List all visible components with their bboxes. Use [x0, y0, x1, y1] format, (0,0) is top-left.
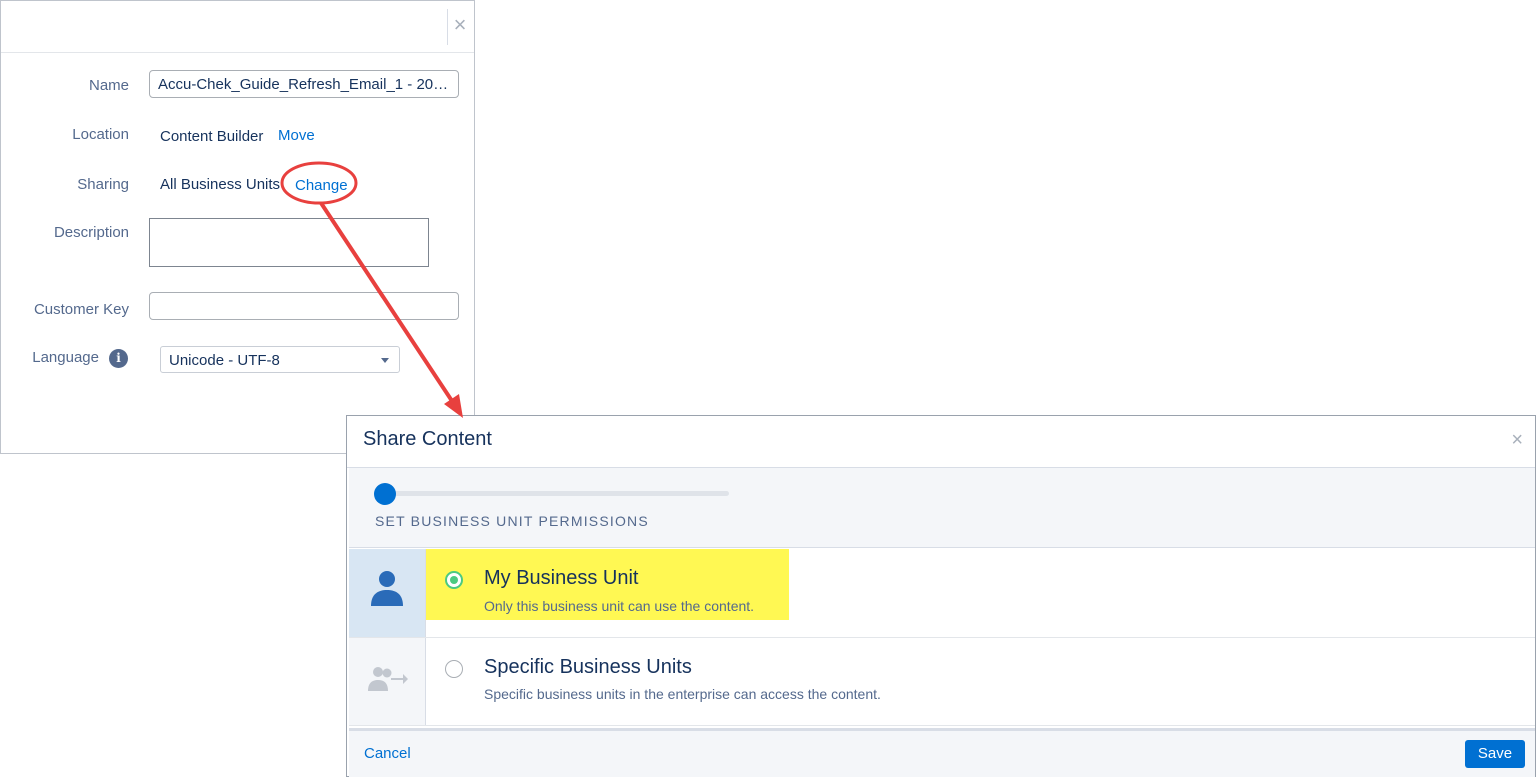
move-link[interactable]: Move [278, 127, 315, 144]
language-select[interactable]: Unicode - UTF-8 [160, 346, 400, 373]
language-select-value: Unicode - UTF-8 [169, 352, 280, 369]
description-textarea[interactable] [149, 218, 429, 267]
option-description: Specific business units in the enterpris… [484, 686, 881, 702]
user-icon [371, 571, 403, 606]
dialog-header: Share Content × [347, 416, 1535, 468]
option-title: Specific Business Units [484, 656, 692, 678]
info-icon[interactable]: i [109, 349, 128, 368]
sharing-value: All Business Units [160, 176, 281, 193]
option-title: My Business Unit [484, 567, 639, 589]
customer-key-input[interactable] [149, 292, 459, 320]
option-my-business-unit[interactable]: My Business Unit Only this business unit… [349, 549, 1535, 638]
share-content-dialog: Share Content × SET BUSINESS UNIT PERMIS… [346, 415, 1536, 777]
progress-step-indicator [374, 483, 396, 505]
option-description: Only this business unit can use the cont… [484, 598, 755, 614]
properties-header: × [1, 1, 474, 53]
change-sharing-link[interactable]: Change [295, 177, 348, 194]
chevron-down-icon [381, 358, 389, 363]
close-icon[interactable]: × [451, 13, 469, 37]
progress-track [377, 491, 729, 496]
dialog-title: Share Content [363, 428, 492, 450]
users-share-icon [368, 667, 408, 691]
step-label: SET BUSINESS UNIT PERMISSIONS [375, 513, 649, 529]
name-label: Name [88, 77, 129, 94]
progress-stepper: SET BUSINESS UNIT PERMISSIONS [349, 468, 1535, 548]
dialog-footer: Cancel Save [349, 728, 1535, 777]
language-label: Language [32, 349, 99, 366]
cancel-button[interactable]: Cancel [364, 745, 411, 762]
close-icon[interactable]: × [1511, 429, 1523, 452]
location-value: Content Builder [160, 128, 264, 145]
name-input[interactable]: Accu-Chek_Guide_Refresh_Email_1 - 2020..… [149, 70, 459, 98]
radio-selected[interactable] [445, 571, 463, 589]
option-specific-business-units[interactable]: Specific Business Units Specific busines… [349, 638, 1535, 726]
save-button[interactable]: Save [1465, 740, 1525, 768]
sharing-label: Sharing [77, 176, 129, 193]
header-divider [447, 9, 448, 45]
option-icon-column [349, 638, 426, 725]
customer-key-label: Customer Key [33, 301, 129, 318]
description-label: Description [53, 224, 129, 241]
option-icon-column [349, 549, 426, 637]
properties-panel: × Name Accu-Chek_Guide_Refresh_Email_1 -… [0, 0, 475, 454]
location-label: Location [72, 126, 129, 143]
radio-unselected[interactable] [445, 660, 463, 678]
